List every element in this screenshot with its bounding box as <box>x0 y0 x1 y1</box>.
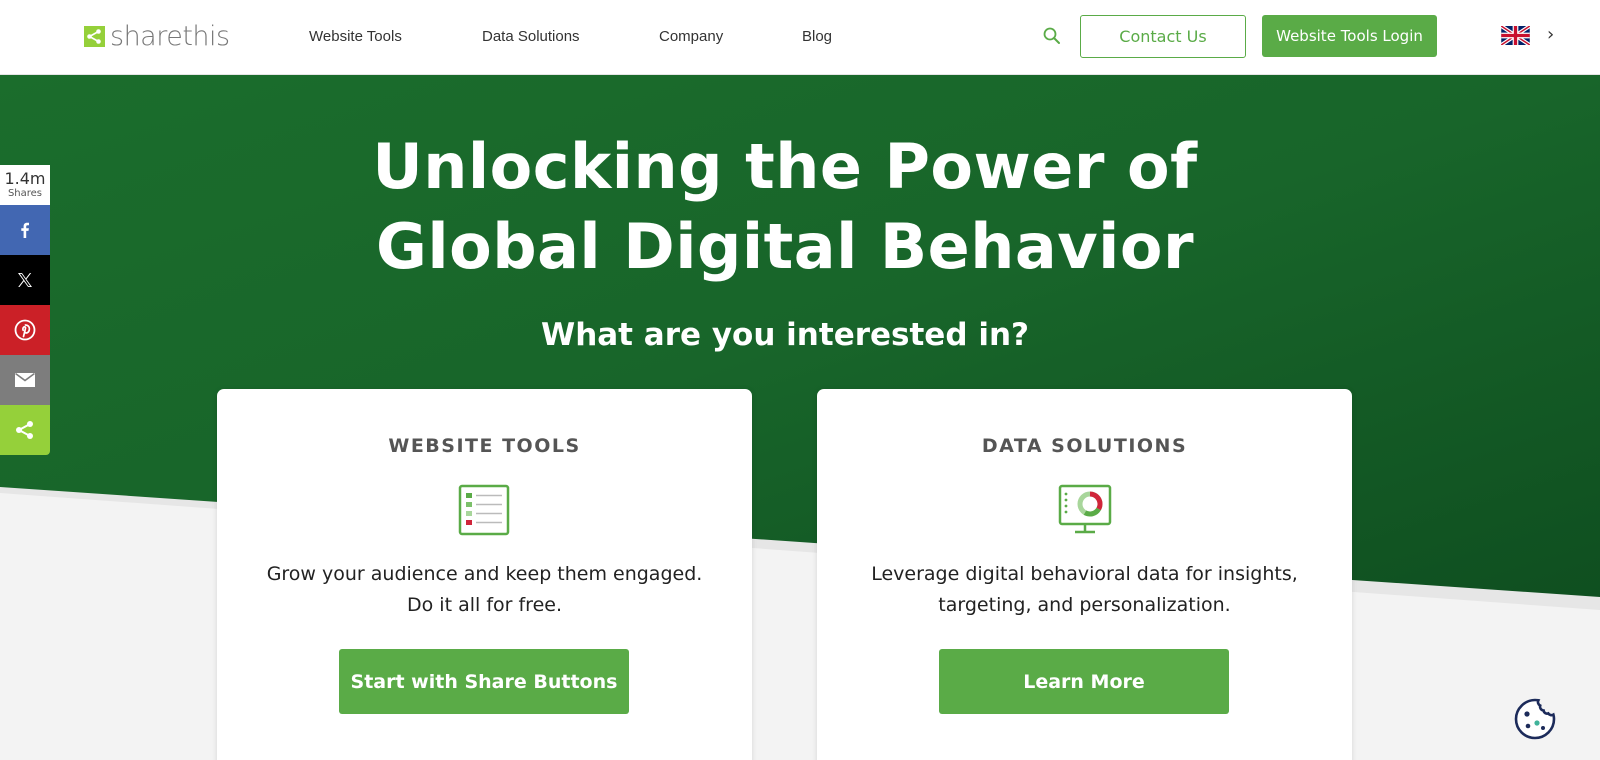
sharethis-logo-icon <box>84 25 105 47</box>
pinterest-icon <box>14 319 36 341</box>
card-description-line-1: Grow your audience and keep them engaged… <box>266 563 703 585</box>
website-tools-card: WEBSITE TOOLS Grow your audience and kee… <box>217 389 752 760</box>
hero-title: Unlocking the Power of Global Digital Be… <box>0 127 1570 287</box>
card-description: Leverage digital behavioral data for ins… <box>837 559 1332 621</box>
share-count-value: 1.4m <box>4 169 46 188</box>
learn-more-button[interactable]: Learn More <box>939 649 1229 714</box>
chevron-right-icon[interactable]: › <box>1547 24 1554 45</box>
analytics-monitor-icon <box>1058 484 1112 534</box>
data-solutions-card: DATA SOLUTIONS Leverage digital behavior… <box>817 389 1352 760</box>
checklist-icon <box>458 484 510 536</box>
x-share-button[interactable] <box>0 255 50 305</box>
contact-us-button[interactable]: Contact Us <box>1080 15 1246 58</box>
hero-subtitle: What are you interested in? <box>541 317 1029 353</box>
sharethis-logo[interactable]: sharethis <box>84 20 230 52</box>
site-header: sharethis Website Tools Data Solutions C… <box>0 0 1600 75</box>
card-description-line-1: Leverage digital behavioral data for ins… <box>871 563 1298 585</box>
share-count: 1.4m Shares <box>0 165 50 205</box>
card-heading: WEBSITE TOOLS <box>388 435 581 457</box>
nav-company[interactable]: Company <box>659 28 723 45</box>
facebook-share-button[interactable] <box>0 205 50 255</box>
uk-flag-icon[interactable] <box>1501 26 1530 45</box>
nav-data-solutions[interactable]: Data Solutions <box>482 28 580 45</box>
hero-section: Unlocking the Power of Global Digital Be… <box>0 75 1600 760</box>
nav-website-tools[interactable]: Website Tools <box>309 28 402 45</box>
x-icon <box>18 273 32 287</box>
logo-text: sharethis <box>110 20 230 52</box>
card-description: Grow your audience and keep them engaged… <box>237 559 732 621</box>
email-icon <box>15 372 35 387</box>
share-sidebar: 1.4m Shares <box>0 165 50 455</box>
website-tools-login-button[interactable]: Website Tools Login <box>1262 15 1437 57</box>
sharethis-share-button[interactable] <box>0 405 50 455</box>
facebook-icon <box>21 222 29 238</box>
nav-blog[interactable]: Blog <box>802 28 832 45</box>
email-share-button[interactable] <box>0 355 50 405</box>
hero-title-line-2: Global Digital Behavior <box>375 210 1195 283</box>
card-description-line-2: targeting, and personalization. <box>938 594 1231 616</box>
pinterest-share-button[interactable] <box>0 305 50 355</box>
start-with-share-buttons-button[interactable]: Start with Share Buttons <box>339 649 629 714</box>
sharethis-icon <box>16 421 33 439</box>
card-heading: DATA SOLUTIONS <box>981 435 1188 457</box>
card-description-line-2: Do it all for free. <box>407 594 562 616</box>
cookie-settings-icon[interactable] <box>1513 697 1557 741</box>
hero-title-line-1: Unlocking the Power of <box>372 130 1198 203</box>
search-icon[interactable] <box>1042 26 1062 46</box>
share-count-label: Shares <box>7 188 43 199</box>
